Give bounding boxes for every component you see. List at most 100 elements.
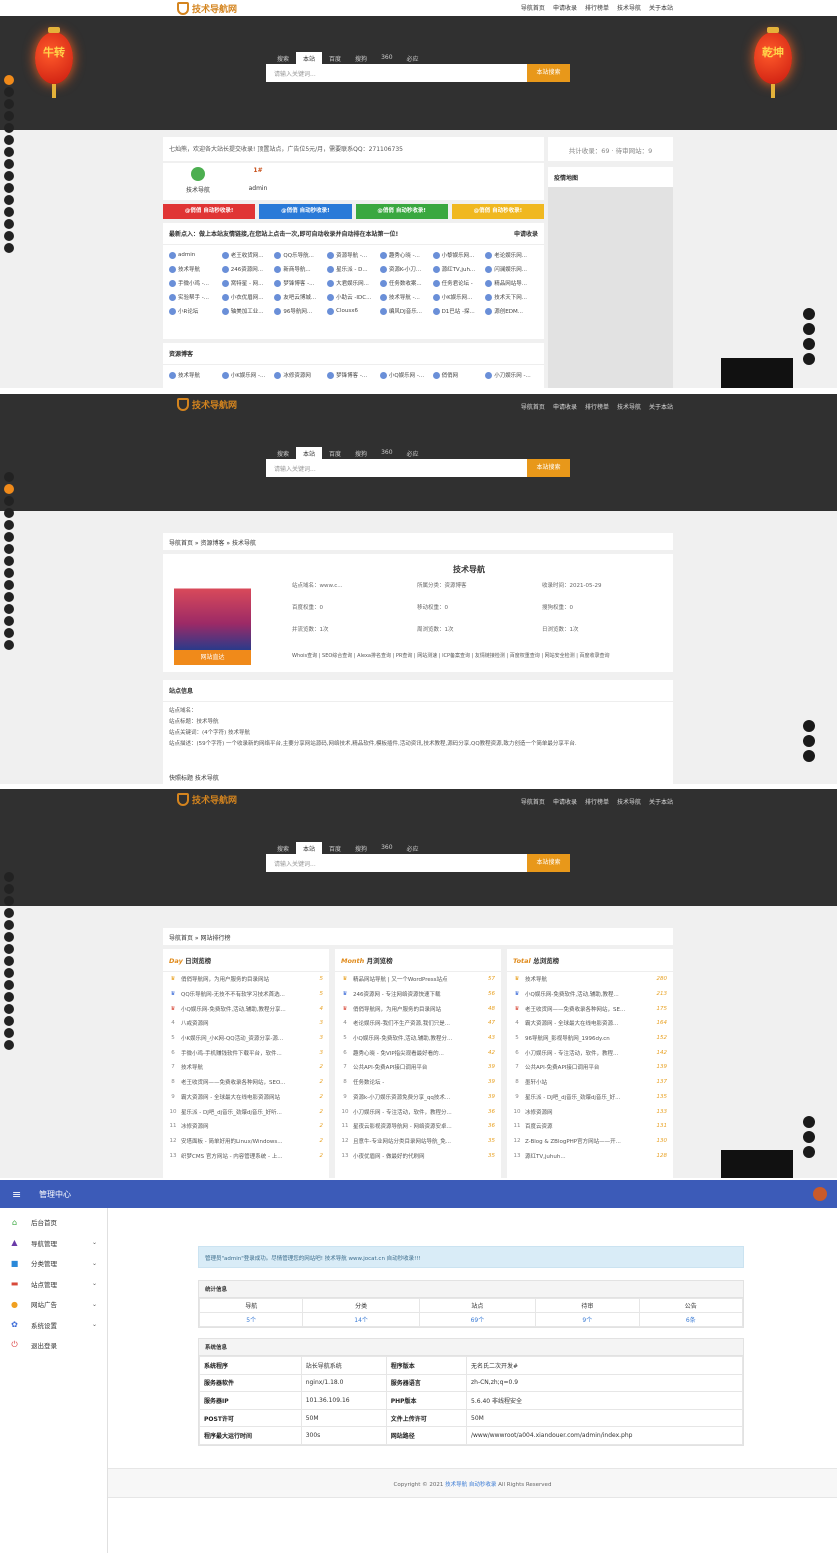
video-icon[interactable]	[4, 496, 14, 506]
chart-icon[interactable]	[4, 992, 14, 1002]
stats-value[interactable]: 69个	[418, 1312, 537, 1327]
site-link[interactable]: 老论娱乐网...	[485, 251, 538, 259]
chevron-down-icon[interactable]: ⌄	[92, 1239, 97, 1246]
top-icon[interactable]	[803, 353, 815, 365]
rank-item[interactable]: 9 资源k-小刀娱乐资源免费分享_qq技术... 39	[335, 1090, 501, 1105]
menu-icon[interactable]: ≡	[12, 1188, 21, 1201]
site-link[interactable]: 编风DJ音乐...	[380, 307, 433, 315]
doc-icon[interactable]	[4, 568, 14, 578]
sidebar-item[interactable]: ⌂ 后台首页	[0, 1212, 107, 1233]
nav-ranking[interactable]: 排行榜单	[585, 3, 609, 12]
search-button-3[interactable]: 本站搜索	[527, 854, 570, 872]
rank-item[interactable]: 11 冰修资源网 2	[163, 1119, 329, 1134]
search-button[interactable]: 本站搜索	[527, 64, 570, 82]
site-link[interactable]: 手微小鸡 -...	[169, 279, 222, 287]
globe-icon[interactable]	[4, 1028, 14, 1038]
user-admin[interactable]: 1# admin	[243, 167, 273, 192]
rank-item[interactable]: ♛ 老王收货网——免费收录各种网站，SE... 175	[507, 1001, 673, 1016]
sidebar-item[interactable]: ▬ 站点管理 ⌄	[0, 1274, 107, 1295]
list-icon[interactable]	[4, 932, 14, 942]
yen-icon[interactable]	[4, 183, 14, 193]
doc-icon[interactable]	[4, 171, 14, 181]
rank-item[interactable]: 8 老王收货网——免费收录各种网站，SEO... 2	[163, 1075, 329, 1090]
nav-home[interactable]: 导航首页	[521, 3, 545, 12]
site-link[interactable]: 小助云 -IDC...	[327, 293, 380, 301]
rank-item[interactable]: 9 霸大资源网 - 全球最大在线电影资源网站 2	[163, 1090, 329, 1105]
send-icon[interactable]	[4, 1040, 14, 1050]
site-link[interactable]: 技术天下网...	[485, 293, 538, 301]
footer-link[interactable]: 技术导航 自动秒收录	[445, 1482, 496, 1488]
visit-button[interactable]: 网站直达	[174, 650, 251, 665]
rank-item[interactable]: 12 且意牛-专业网站分类目录网站导航_免... 35	[335, 1134, 501, 1149]
auto-button-3[interactable]: @俏俏 自动秒收录!	[355, 204, 448, 219]
cup-icon[interactable]	[4, 884, 14, 894]
rank-item[interactable]: 7 公共API-免费API接口调用平台 139	[507, 1060, 673, 1075]
list-icon[interactable]	[4, 532, 14, 542]
resource-link[interactable]: 小刀娱乐网 -...	[485, 371, 538, 379]
site-link[interactable]: 闪澜娱乐网...	[485, 265, 538, 273]
site-link[interactable]: 老王收货网...	[222, 251, 275, 259]
resource-link[interactable]: 俏俏网	[433, 371, 486, 379]
sidebar-item[interactable]: ● 网站广告 ⌄	[0, 1294, 107, 1315]
heart-icon[interactable]	[4, 616, 14, 626]
grid-icon[interactable]	[4, 944, 14, 954]
nav-apply[interactable]: 申请收录	[553, 797, 577, 806]
rank-item[interactable]: ♛ 小Q娱乐网-免费软件,活动,辅助,教程... 213	[507, 987, 673, 1002]
rank-item[interactable]: 10 星乐派 - DJ吧_dj音乐_劲爆dj音乐_好听... 2	[163, 1104, 329, 1119]
site-link[interactable]: admin	[169, 251, 222, 259]
cloud-icon[interactable]	[4, 556, 14, 566]
nav-apply[interactable]: 申请收录	[553, 402, 577, 411]
rank-item[interactable]: ♛ 246资源网 - 专注网络资源快速下载 56	[335, 987, 501, 1002]
resource-link[interactable]: 冰修资源网	[274, 371, 327, 379]
rank-item[interactable]: 11 星夜云影视资源导航网 - 网络资源安卓... 36	[335, 1119, 501, 1134]
link-icon[interactable]	[4, 520, 14, 530]
send-icon[interactable]	[4, 243, 14, 253]
resource-link[interactable]: 梦锋博客 -...	[327, 371, 380, 379]
cup-icon[interactable]	[4, 484, 14, 494]
rank-item[interactable]: ♛ 小Q娱乐网-免费软件,活动,辅助,教程分享... 4	[163, 1001, 329, 1016]
site-link[interactable]: 任务数收案...	[380, 279, 433, 287]
nav-ranking[interactable]: 排行榜单	[585, 797, 609, 806]
site-logo[interactable]: 技术导航网	[177, 1, 237, 15]
rank-item[interactable]: 12 Z-Blog & ZBlogPHP官方网站——开... 130	[507, 1134, 673, 1149]
rank-item[interactable]: 8 墨轩小站 137	[507, 1075, 673, 1090]
site-link[interactable]: 友吧云博城...	[274, 293, 327, 301]
rank-item[interactable]: ♛ 技术导航 280	[507, 972, 673, 987]
chevron-down-icon[interactable]: ⌄	[92, 1280, 97, 1287]
qq-icon[interactable]	[803, 338, 815, 350]
mail-icon[interactable]	[803, 1131, 815, 1143]
globe-icon[interactable]	[4, 628, 14, 638]
search-input-2[interactable]: 请输入关键词...	[266, 459, 528, 477]
rank-item[interactable]: 12 安塔面板 - 简单好用的Linux/Windows... 2	[163, 1134, 329, 1149]
search-input-3[interactable]: 请输入关键词...	[266, 854, 528, 872]
music-icon[interactable]	[4, 111, 14, 121]
auto-button-2[interactable]: @俏俏 自动秒收录!	[259, 204, 352, 219]
site-link[interactable]: QQ乐导航...	[274, 251, 327, 259]
stats-value[interactable]: 14个	[302, 1312, 420, 1327]
site-link[interactable]: D1巴站 -探...	[433, 307, 486, 315]
site-link[interactable]: 梦锋博客 -...	[274, 279, 327, 287]
site-link[interactable]: 小K娱乐网...	[433, 293, 486, 301]
site-link[interactable]: 趣秀心晓 -...	[380, 251, 433, 259]
site-link[interactable]: 轴美加工业...	[222, 307, 275, 315]
rank-item[interactable]: 10 冰修资源网 133	[507, 1104, 673, 1119]
rank-item[interactable]: 11 百度云资源 131	[507, 1119, 673, 1134]
compass-icon[interactable]	[4, 207, 14, 217]
rank-item[interactable]: 13 织梦CMS 官方网站 - 内容管理系统 - 上... 2	[163, 1148, 329, 1163]
cup-icon[interactable]	[4, 87, 14, 97]
auto-button-1[interactable]: @俏俏 自动秒收录!	[163, 204, 256, 219]
site-link[interactable]: 技术导航 -...	[380, 293, 433, 301]
yen-icon[interactable]	[4, 580, 14, 590]
heart-icon[interactable]	[4, 219, 14, 229]
mail-icon[interactable]	[803, 735, 815, 747]
chart-icon[interactable]	[4, 195, 14, 205]
rank-item[interactable]: 4 老论娱乐网-我们不生产资源,我们只是... 47	[335, 1016, 501, 1031]
site-link[interactable]: 小衣优眉网...	[222, 293, 275, 301]
music-icon[interactable]	[4, 908, 14, 918]
resource-link[interactable]: 小K娱乐网 -...	[222, 371, 275, 379]
rank-item[interactable]: 13 源红TV,juhuh... 128	[507, 1148, 673, 1163]
chevron-down-icon[interactable]: ⌄	[92, 1301, 97, 1308]
rank-item[interactable]: 4 八戒资源网 3	[163, 1016, 329, 1031]
rank-item[interactable]: 4 霸大资源网 - 全球最大在线电影资源... 164	[507, 1016, 673, 1031]
heart-icon[interactable]	[4, 1016, 14, 1026]
